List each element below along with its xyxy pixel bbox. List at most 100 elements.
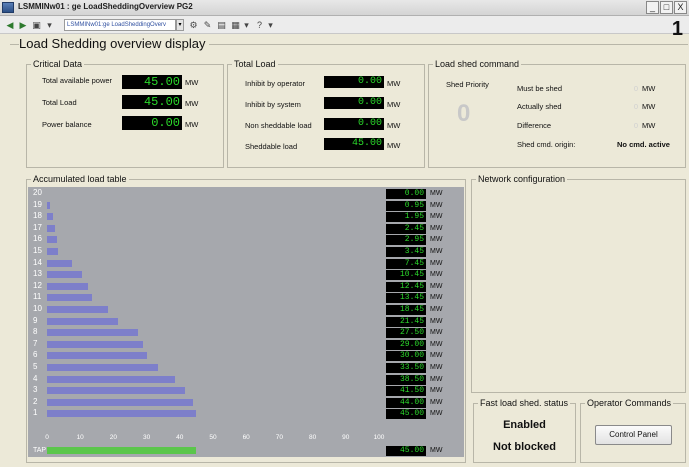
pin-icon[interactable]: ✎ (202, 20, 213, 30)
accumulated-load-bar (47, 340, 144, 348)
bar-category-label: 2 (33, 396, 38, 406)
accumulated-value-cell: 18.45 (386, 305, 426, 315)
inhibit-by-system-unit: MW (387, 100, 401, 109)
bar-category-label: 6 (33, 350, 38, 360)
actually-shed-value: 0 (633, 102, 638, 111)
accumulated-value-unit: MW (430, 364, 443, 371)
tap-value-unit: MW (430, 447, 443, 454)
accumulated-load-bar (47, 294, 92, 302)
bar-category-label: 15 (33, 246, 42, 255)
fast-load-shed-status-title: Fast load shed. status (478, 398, 571, 408)
display-menu-icon[interactable]: ▣ (31, 20, 42, 30)
actually-shed-unit: MW (642, 102, 656, 111)
accumulated-value-cell: 29.00 (386, 339, 426, 350)
accumulated-value-cell: 33.50 (386, 363, 426, 373)
accumulated-load-bar (47, 317, 119, 325)
accumulated-value-unit: MW (430, 340, 443, 348)
bar-category-label: 10 (33, 304, 42, 313)
accumulated-value-unit: MW (430, 352, 443, 360)
accumulated-value-unit: MW (430, 317, 443, 325)
accumulated-value-cell: 13.45 (386, 293, 426, 304)
power-balance-label: Power balance (42, 120, 92, 129)
accumulated-load-bar (47, 410, 197, 418)
accumulated-value-cell: 12.45 (386, 281, 426, 292)
network-configuration-title: Network configuration (476, 174, 568, 184)
shed-cmd-origin-label: Shed cmd. origin: (517, 140, 576, 149)
bar-category-label: 19 (33, 199, 42, 209)
total-available-power-label: Total available power (42, 76, 113, 85)
total-available-power-value: 45.00 (122, 75, 182, 89)
back-arrow-icon[interactable]: ◀ (4, 19, 16, 31)
minimize-button[interactable]: _ (646, 1, 659, 14)
maximize-button[interactable]: □ (660, 1, 673, 14)
shed-priority-value: 0 (457, 100, 471, 127)
accumulated-load-bar (47, 282, 89, 290)
inhibit-by-operator-unit: MW (387, 79, 401, 88)
bar-category-label: 9 (33, 315, 38, 325)
accumulated-value-unit: MW (430, 201, 443, 209)
inhibit-by-operator-label: Inhibit by operator (245, 79, 306, 88)
accumulated-load-bar (47, 398, 194, 406)
non-sheddable-load-label: Non sheddable load (245, 121, 312, 130)
accumulated-load-bar (47, 201, 51, 209)
accumulated-value-cell: 10.45 (386, 270, 426, 281)
bar-category-label: 4 (33, 373, 38, 383)
accumulated-value-cell: 1.95 (386, 212, 426, 223)
fast-load-shed-status-group: Fast load shed. status (473, 398, 576, 463)
accumulated-load-bar (47, 259, 72, 267)
total-available-power-unit: MW (185, 78, 199, 87)
help-dropdown-icon[interactable]: ▾ (265, 20, 276, 30)
accumulated-load-bar (47, 306, 109, 313)
accumulated-value-unit: MW (430, 190, 443, 197)
accumulated-load-bar (47, 387, 185, 395)
total-load-group-title: Total Load (232, 59, 278, 69)
accumulated-value-cell: 44.00 (386, 397, 426, 408)
fast-status-blocked: Not blocked (493, 441, 556, 453)
display-selector-combo[interactable]: LSMMINw01:ge LoadSheddingOverv (64, 19, 176, 31)
sheddable-load-unit: MW (387, 141, 401, 150)
accumulated-value-unit: MW (430, 329, 443, 337)
bar-category-label: 16 (33, 234, 42, 244)
bar-category-label: 8 (33, 327, 38, 337)
bar-category-label: 14 (33, 257, 42, 267)
help-icon[interactable]: ? (254, 20, 265, 30)
combo-dropdown-icon[interactable]: ▾ (176, 19, 184, 31)
accumulated-load-bar (47, 364, 159, 371)
bar-category-label: 11 (33, 292, 42, 302)
print-icon[interactable]: ▤ (216, 20, 227, 30)
accumulated-load-bar (47, 236, 57, 244)
accumulated-value-unit: MW (430, 282, 443, 290)
image-dropdown-icon[interactable]: ▾ (241, 20, 252, 30)
difference-unit: MW (642, 121, 656, 130)
control-panel-button[interactable]: Control Panel (595, 425, 672, 445)
page-title: Load Shedding overview display (19, 36, 210, 51)
accumulated-value-unit: MW (430, 306, 443, 313)
accumulated-value-unit: MW (430, 294, 443, 302)
x-axis-tick-label: 40 (176, 434, 184, 441)
inhibit-by-system-value: 0.00 (324, 97, 384, 109)
shed-priority-label: Shed Priority (446, 80, 489, 89)
toolbar: ◀ ▶ ▣ ▾ LSMMINw01:ge LoadSheddingOverv ▾… (0, 16, 689, 34)
accumulated-value-unit: MW (430, 236, 443, 244)
x-axis-tick-label: 20 (109, 434, 118, 441)
must-be-shed-unit: MW (642, 84, 656, 93)
accumulated-value-cell: 2.45 (386, 223, 426, 234)
tap-value-cell: 45.00 (386, 446, 426, 456)
x-axis-tick-label: 70 (275, 434, 284, 441)
window-controls: _ □ X (646, 1, 687, 14)
bar-category-label: 17 (33, 222, 42, 232)
must-be-shed-value: 0 (633, 84, 638, 93)
navigate-icon[interactable]: ⚙ (188, 20, 199, 30)
forward-arrow-icon[interactable]: ▶ (17, 19, 29, 31)
shed-cmd-origin-value: No cmd. active (617, 140, 670, 149)
accumulated-load-bar (47, 213, 54, 221)
image-icon[interactable]: ▦ (230, 20, 241, 30)
critical-data-title: Critical Data (31, 59, 85, 69)
bar-category-label: 1 (33, 408, 38, 418)
app-icon (2, 2, 14, 13)
total-load-value: 45.00 (122, 95, 182, 109)
dropdown-chevron-icon[interactable]: ▾ (44, 20, 55, 30)
accumulated-value-unit: MW (430, 259, 443, 267)
close-button[interactable]: X (674, 1, 687, 14)
accumulated-value-cell: 0.00 (386, 189, 426, 199)
